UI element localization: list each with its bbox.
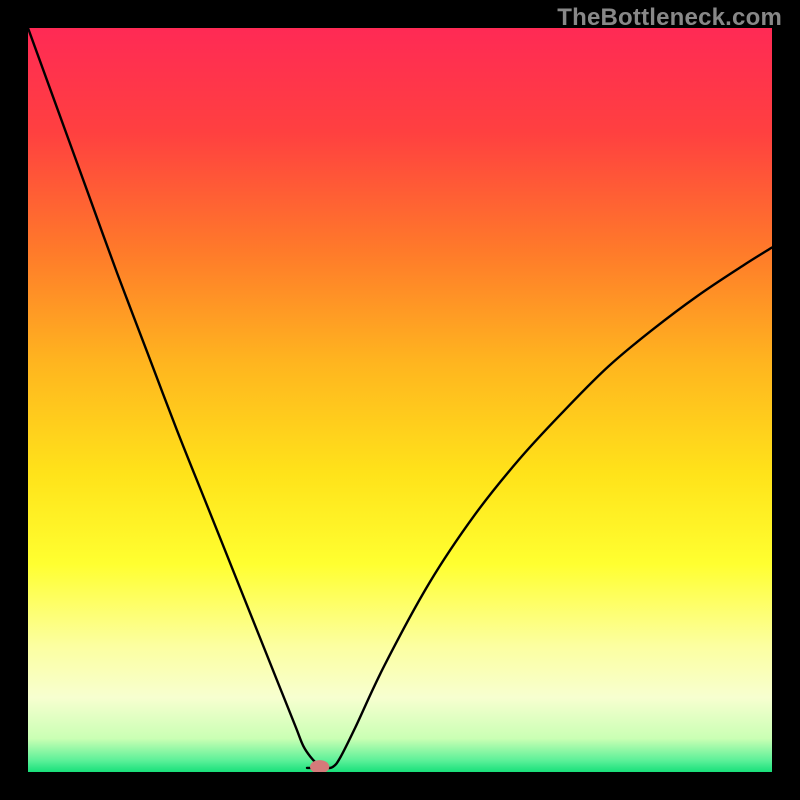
plot-area xyxy=(28,28,772,772)
gradient-background xyxy=(28,28,772,772)
plot-svg xyxy=(28,28,772,772)
chart-frame: TheBottleneck.com xyxy=(0,0,800,800)
watermark-text: TheBottleneck.com xyxy=(557,4,782,32)
